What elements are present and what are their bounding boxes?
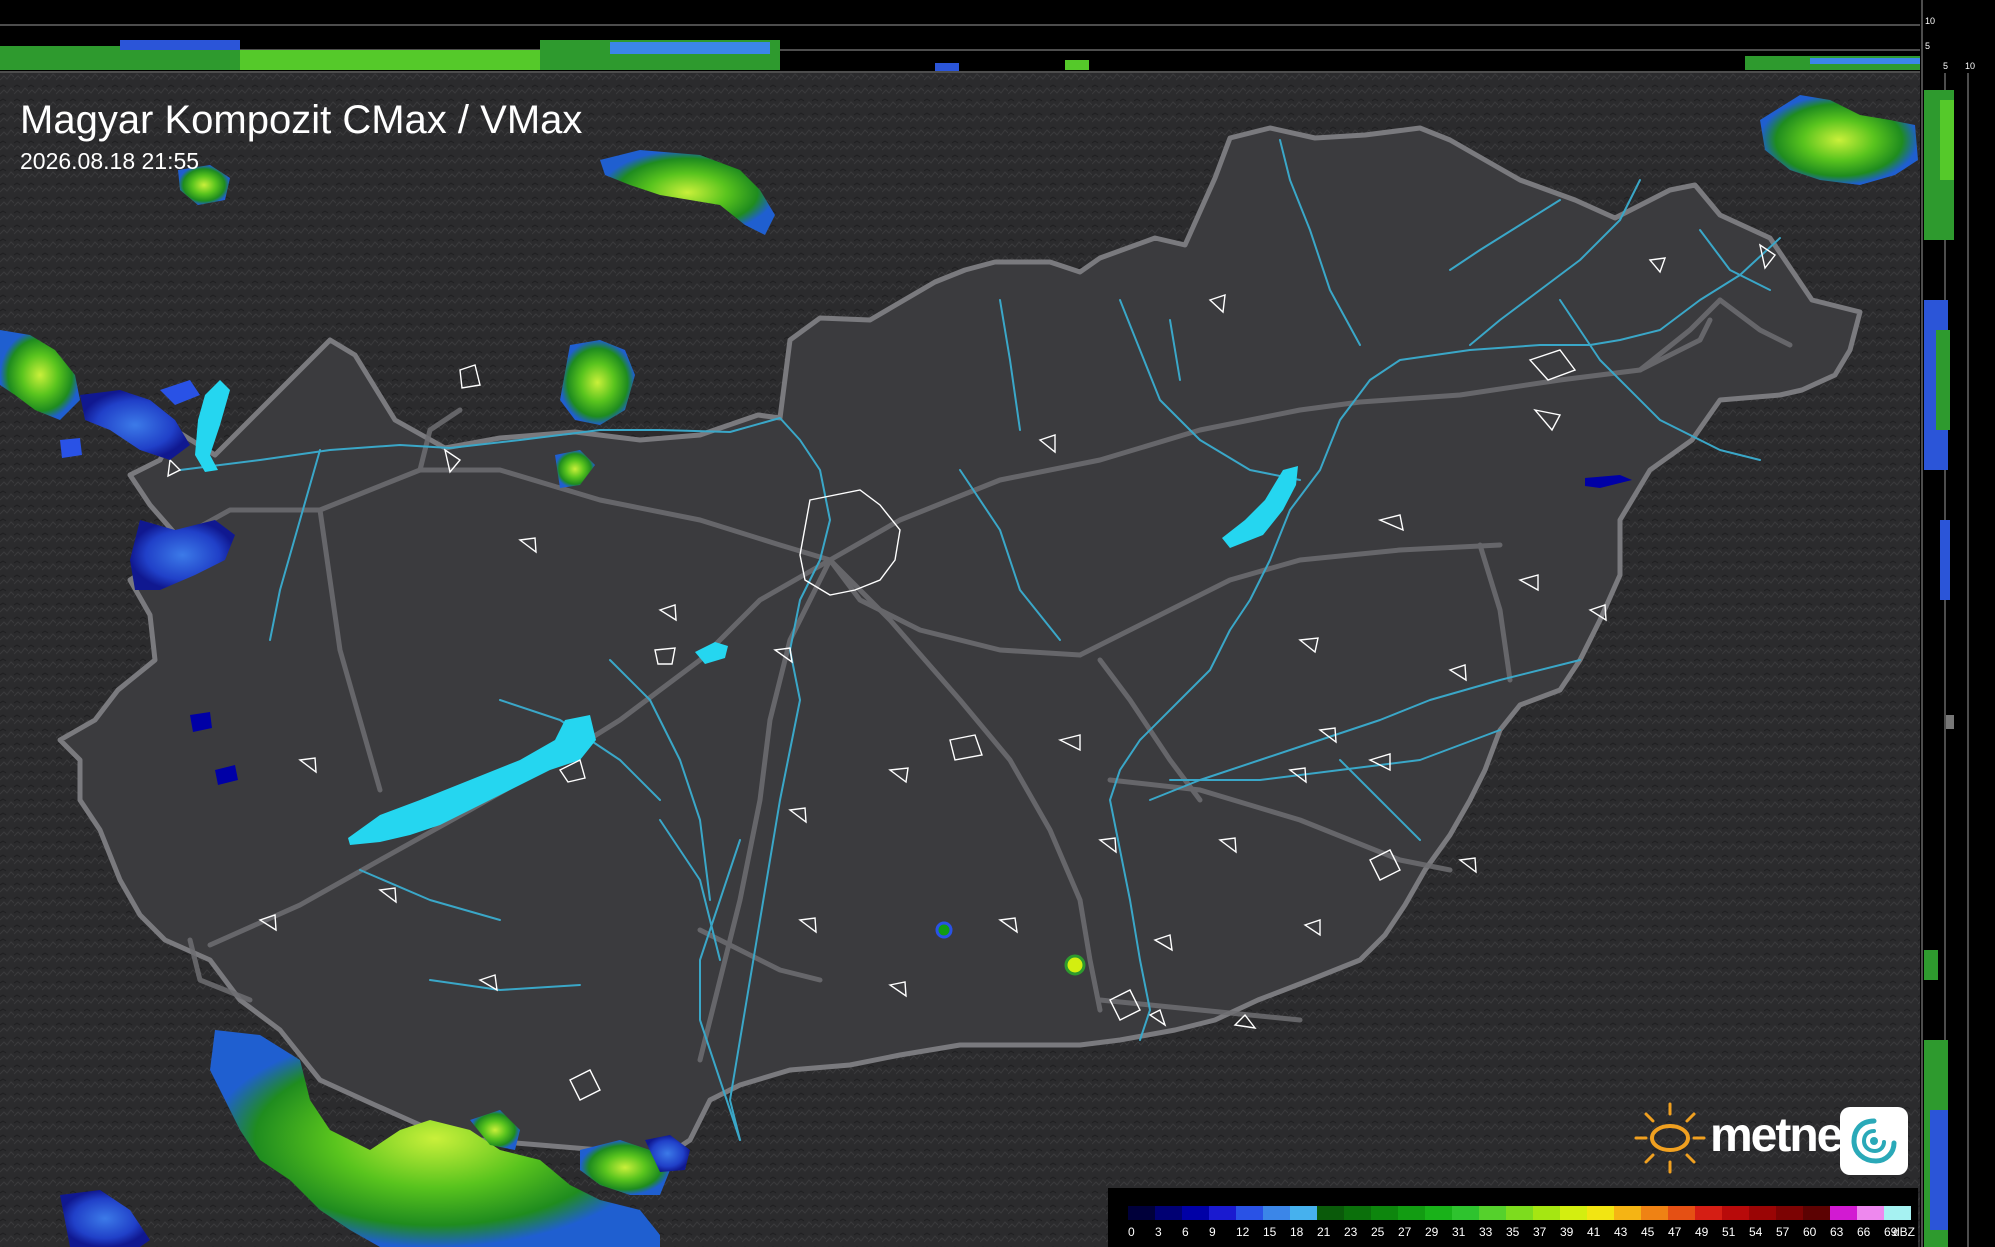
legend-tick-label: 27 [1398,1225,1412,1239]
legend-tick-label: 63 [1830,1225,1844,1239]
legend-swatch [1128,1206,1155,1220]
top-profile-echo-6 [935,63,959,71]
legend-unit: dBZ [1893,1225,1916,1239]
legend-swatch [1209,1206,1236,1220]
legend-swatch [1587,1206,1614,1220]
legend-swatch [1452,1206,1479,1220]
radar-map[interactable] [0,0,1995,1247]
top-profile-echo-9 [1810,58,1920,64]
swirl-icon [1851,1118,1897,1164]
right-profile-label-5: 5 [1943,61,1949,71]
right-profile-label-10: 10 [1965,61,1976,71]
legend-swatch [1533,1206,1560,1220]
reflectivity-legend: 0 3 6 9 12 15 18 21 23 25 27 29 31 33 35 37 39 41 43 45 47 49… [1108,1188,1918,1247]
legend-tick-label: 43 [1614,1225,1628,1239]
legend-tick-label: 49 [1695,1225,1709,1239]
legend-tick-label: 37 [1533,1225,1547,1239]
legend-swatch [1830,1206,1857,1220]
right-profile-echo-2 [1940,100,1954,180]
legend-swatch [1398,1206,1425,1220]
swirl-badge [1840,1107,1908,1175]
legend-color-bar [1128,1206,1911,1220]
top-profile-echo-3 [240,50,540,70]
brand-name: metnet [1710,1109,1857,1162]
legend-swatch [1344,1206,1371,1220]
legend-tick-label: 39 [1560,1225,1574,1239]
legend-swatch [1479,1206,1506,1220]
legend-swatch [1749,1206,1776,1220]
echo-cell-csongrad [1064,954,1086,976]
legend-tick-label: 15 [1263,1225,1277,1239]
legend-swatch [1371,1206,1398,1220]
legend-tick-label: 6 [1182,1225,1189,1239]
legend-swatch [1776,1206,1803,1220]
legend-swatch [1884,1206,1911,1220]
legend-tick-label: 41 [1587,1225,1601,1239]
legend-tick-label: 57 [1776,1225,1790,1239]
legend-swatch [1263,1206,1290,1220]
top-profile-echo-7 [1065,60,1089,70]
legend-swatch [1695,1206,1722,1220]
legend-swatch [1182,1206,1209,1220]
legend-tick-label: 60 [1803,1225,1817,1239]
legend-tick-labels: 0 3 6 9 12 15 18 21 23 25 27 29 31 33 35 37 39 41 43 45 47 49… [1128,1224,1911,1240]
legend-tick-label: 18 [1290,1225,1304,1239]
legend-swatch [1722,1206,1749,1220]
top-profile-echo-2 [120,40,240,50]
legend-swatch [1506,1206,1533,1220]
legend-tick-label: 33 [1479,1225,1493,1239]
legend-tick-label: 29 [1425,1225,1439,1239]
legend-swatch [1155,1206,1182,1220]
legend-swatch [1803,1206,1830,1220]
legend-tick-label: 0 [1128,1225,1135,1239]
legend-swatch [1668,1206,1695,1220]
legend-tick-label: 21 [1317,1225,1331,1239]
legend-swatch [1290,1206,1317,1220]
legend-swatch [1857,1206,1884,1220]
legend-tick-label: 54 [1749,1225,1763,1239]
echo-small-blue-4 [60,438,82,458]
right-profile-echo-7 [1924,950,1938,980]
legend-tick-label: 9 [1209,1225,1216,1239]
right-profile-echo-6 [1946,715,1954,729]
top-profile-label-10: 10 [1925,16,1936,26]
legend-tick-label: 25 [1371,1225,1385,1239]
right-profile-echo-4 [1936,330,1950,430]
legend-tick-label: 35 [1506,1225,1520,1239]
right-profile-echo-5 [1940,520,1950,600]
legend-tick-label: 66 [1857,1225,1871,1239]
legend-tick-label: 51 [1722,1225,1736,1239]
legend-tick-label: 45 [1641,1225,1655,1239]
legend-swatch [1560,1206,1587,1220]
legend-swatch [1317,1206,1344,1220]
legend-swatch [1641,1206,1668,1220]
legend-swatch [1236,1206,1263,1220]
legend-tick-label: 23 [1344,1225,1358,1239]
legend-tick-label: 31 [1452,1225,1466,1239]
map-title-block: Magyar Kompozit CMax / VMax 2026.08.18 2… [20,96,582,176]
top-profile-echo-5 [610,42,770,54]
legend-tick-label: 3 [1155,1225,1162,1239]
top-profile-label-5: 5 [1925,41,1931,51]
radar-map-view: Magyar Kompozit CMax / VMax 2026.08.18 2… [0,0,1995,1247]
legend-swatch [1614,1206,1641,1220]
right-profile-echo-9 [1930,1110,1948,1230]
map-timestamp: 2026.08.18 21:55 [20,148,200,174]
echo-cell-kecskemet [935,921,953,939]
legend-tick-label: 47 [1668,1225,1682,1239]
map-title: Magyar Kompozit CMax / VMax [20,98,583,142]
sun-icon [1634,1102,1706,1174]
legend-swatch [1425,1206,1452,1220]
legend-tick-label: 12 [1236,1225,1250,1239]
